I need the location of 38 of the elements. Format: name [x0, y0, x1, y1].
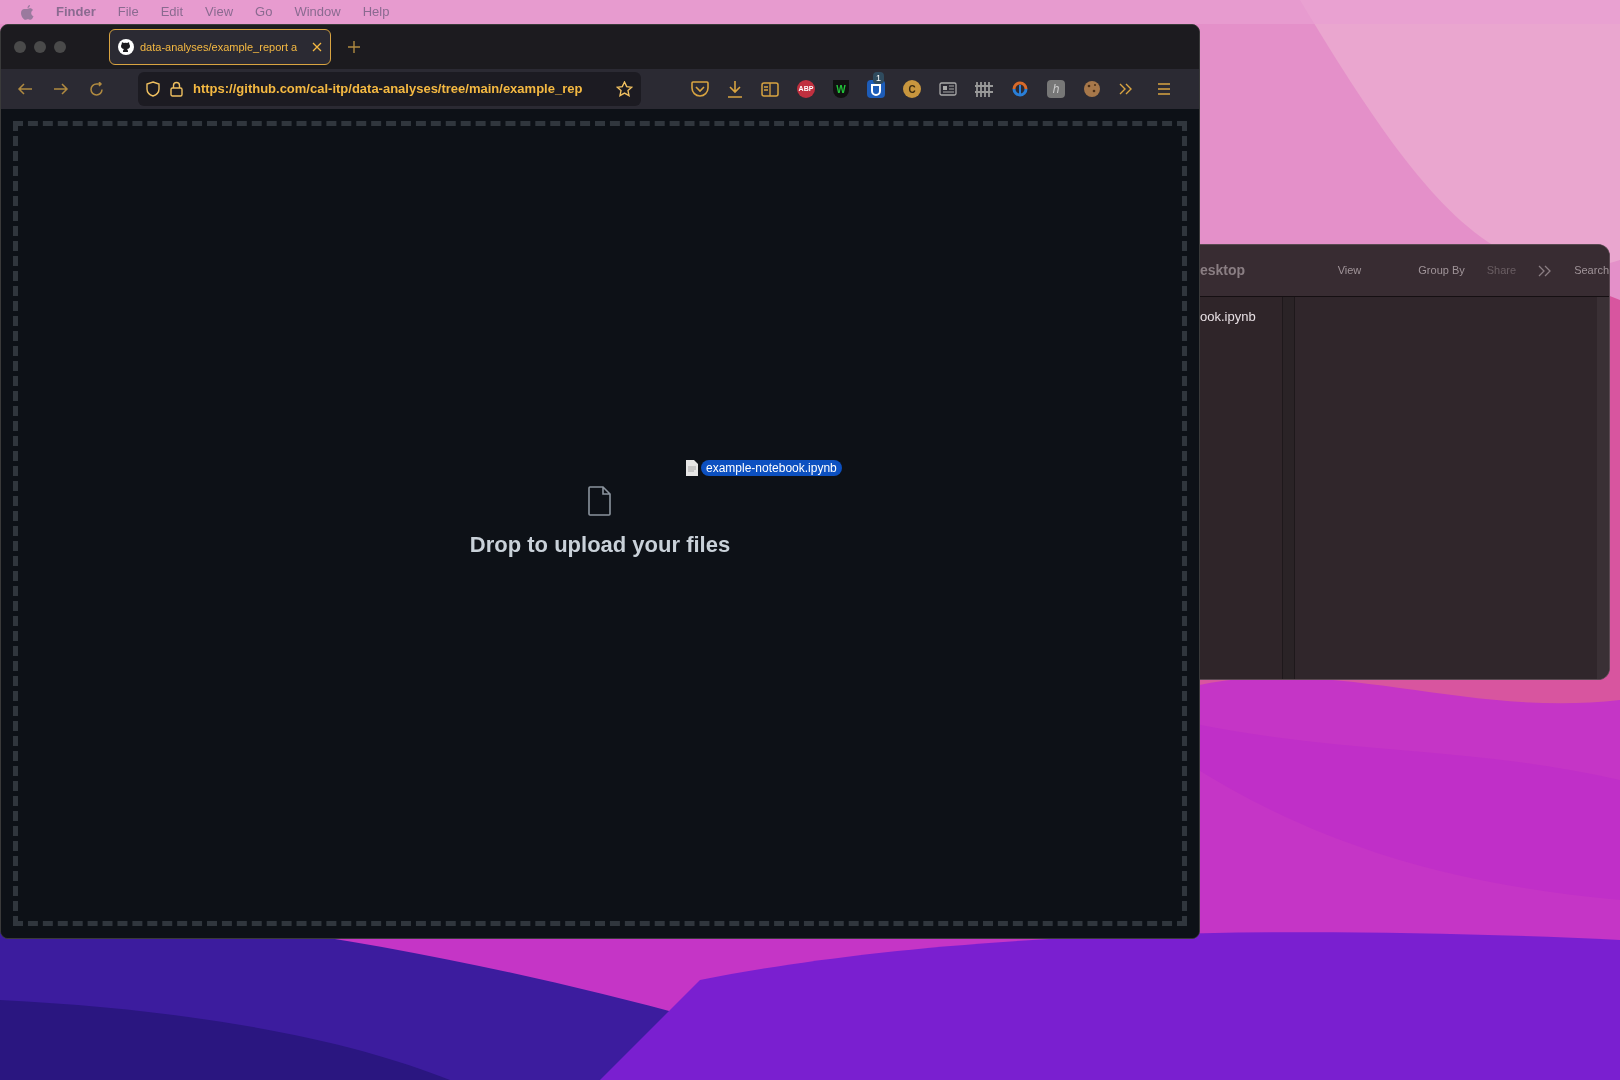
menu-icon[interactable] [1157, 83, 1171, 95]
chevron-icon[interactable] [1538, 264, 1553, 277]
overflow-icon[interactable] [1119, 83, 1133, 95]
coin-icon[interactable]: C [903, 80, 921, 98]
github-icon [118, 39, 134, 55]
drop-message: Drop to upload your files [469, 531, 731, 559]
shield-icon[interactable] [146, 81, 160, 97]
dragged-file-name: example-notebook.ipynb [701, 460, 842, 476]
toolbar-button[interactable]: Group By [1418, 262, 1465, 279]
extension-tile-icon[interactable]: h [1047, 80, 1065, 98]
fence-icon[interactable] [975, 81, 993, 97]
cookie-icon[interactable] [1083, 80, 1101, 98]
back-icon[interactable] [17, 82, 33, 96]
file-icon [588, 486, 612, 516]
toolbar-button[interactable]: Search [1574, 262, 1609, 279]
sync-icon[interactable] [1011, 80, 1029, 98]
tab-title: data-analyses/example_report a [140, 39, 299, 55]
file-name[interactable]: ook.ipynb [1200, 307, 1282, 327]
document-icon [686, 460, 698, 476]
sidebar-icon[interactable] [761, 81, 779, 97]
reload-icon[interactable] [89, 81, 104, 97]
address-bar[interactable]: https://github.com/cal-itp/data-analyses/tree/main/example_rep [138, 72, 641, 106]
close-icon[interactable] [312, 42, 322, 52]
download-icon[interactable] [727, 80, 743, 98]
window-title: esktop [1200, 261, 1247, 280]
pocket-icon[interactable] [691, 81, 709, 97]
lock-icon [170, 81, 183, 97]
new-tab-icon[interactable] [347, 40, 361, 54]
browser-tab[interactable]: data-analyses/example_report a [109, 29, 331, 65]
forward-icon[interactable] [53, 82, 69, 96]
shield-icon[interactable]: W [833, 80, 849, 98]
url-text: https://github.com/cal-itp/data-analyses/tree/main/example_rep [193, 80, 584, 99]
vault-icon[interactable] [867, 80, 885, 98]
star-icon[interactable] [616, 81, 633, 97]
newspaper-icon[interactable] [939, 82, 957, 96]
badge: 1 [873, 72, 884, 84]
toolbar-button[interactable]: View [1337, 262, 1362, 279]
scrollbar[interactable] [1597, 297, 1609, 679]
